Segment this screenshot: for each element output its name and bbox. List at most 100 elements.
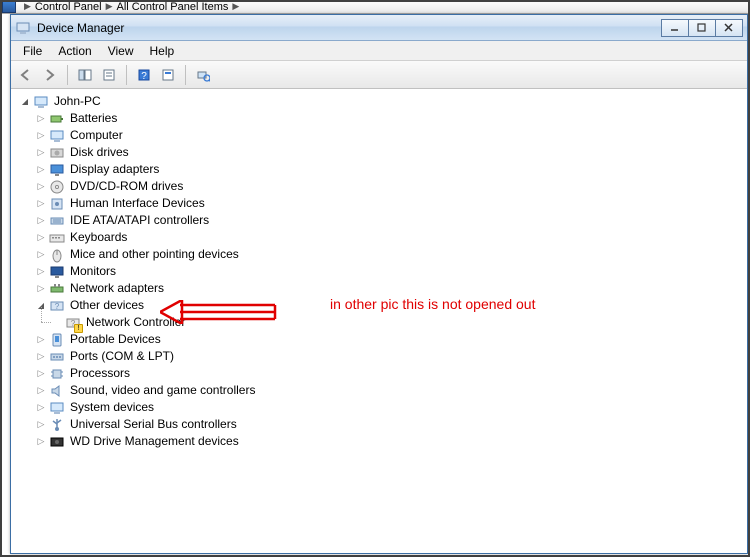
device-tree[interactable]: John-PCBatteriesComputerDisk drivesDispl… [11, 89, 747, 553]
expander-icon[interactable] [35, 436, 47, 448]
control-panel-icon [2, 1, 16, 13]
tree-item-label: Other devices [68, 297, 146, 314]
tree-item-label: Mice and other pointing devices [68, 246, 241, 263]
expander-icon[interactable] [35, 368, 47, 380]
tree-item-label: Computer [68, 127, 125, 144]
expander-icon[interactable] [35, 283, 47, 295]
breadcrumb-item[interactable]: Control Panel [35, 1, 102, 13]
expander-icon[interactable] [35, 181, 47, 193]
tree-item[interactable]: Processors [13, 365, 745, 382]
help-button[interactable]: ? [133, 64, 155, 86]
tree-item-label: Monitors [68, 263, 118, 280]
tree-item-label: Display adapters [68, 161, 161, 178]
menubar: File Action View Help [11, 41, 747, 61]
annotation-text: in other pic this is not opened out [330, 296, 535, 312]
titlebar[interactable]: Device Manager [11, 15, 747, 41]
other-icon: ? [49, 298, 65, 314]
toolbar-separator [185, 65, 186, 85]
expander-icon[interactable] [35, 402, 47, 414]
expander-icon[interactable] [35, 351, 47, 363]
usb-icon [49, 417, 65, 433]
tree-item-label: Network adapters [68, 280, 166, 297]
tree-item[interactable]: ?!Network Controller [13, 314, 745, 331]
dvd-icon [49, 179, 65, 195]
tree-item[interactable]: Computer [13, 127, 745, 144]
tree-item[interactable]: Network adapters [13, 280, 745, 297]
breadcrumb-item[interactable]: All Control Panel Items [117, 1, 229, 13]
show-hide-tree-button[interactable] [74, 64, 96, 86]
tree-item[interactable]: Portable Devices [13, 331, 745, 348]
tree-item[interactable]: DVD/CD-ROM drives [13, 178, 745, 195]
breadcrumb: ▶ Control Panel ▶ All Control Panel Item… [0, 0, 750, 14]
wd-icon [49, 434, 65, 450]
warning-badge-icon: ! [74, 324, 83, 333]
disk-icon [49, 145, 65, 161]
svg-text:?: ? [141, 71, 147, 82]
tree-item[interactable]: WD Drive Management devices [13, 433, 745, 450]
expander-icon[interactable] [35, 215, 47, 227]
tree-item[interactable]: IDE ATA/ATAPI controllers [13, 212, 745, 229]
tree-item[interactable]: Mice and other pointing devices [13, 246, 745, 263]
chevron-right-icon: ▶ [232, 1, 239, 12]
tree-item[interactable]: Keyboards [13, 229, 745, 246]
tree-item-label: Sound, video and game controllers [68, 382, 257, 399]
menu-action[interactable]: Action [50, 42, 99, 60]
chevron-right-icon: ▶ [106, 1, 113, 12]
network-icon [49, 281, 65, 297]
computer-icon [33, 94, 49, 110]
toolbar-separator [126, 65, 127, 85]
scan-hardware-button[interactable] [192, 64, 214, 86]
action-button[interactable] [157, 64, 179, 86]
expander-icon[interactable] [35, 334, 47, 346]
tree-item-label: Universal Serial Bus controllers [68, 416, 239, 433]
tree-item[interactable]: John-PC [13, 93, 745, 110]
ide-icon [49, 213, 65, 229]
back-button[interactable] [15, 64, 37, 86]
expander-icon[interactable] [35, 266, 47, 278]
tree-item-label: Batteries [68, 110, 119, 127]
cpu-icon [49, 366, 65, 382]
tree-item-label: Portable Devices [68, 331, 163, 348]
menu-help[interactable]: Help [142, 42, 183, 60]
toolbar: ? [11, 61, 747, 89]
tree-item-label: Ports (COM & LPT) [68, 348, 176, 365]
tree-item[interactable]: Display adapters [13, 161, 745, 178]
expander-icon[interactable] [35, 249, 47, 261]
expander-icon[interactable] [51, 317, 63, 329]
device-manager-window: Device Manager File Action View Help ? J… [10, 14, 748, 554]
forward-button[interactable] [39, 64, 61, 86]
battery-icon [49, 111, 65, 127]
menu-file[interactable]: File [15, 42, 50, 60]
tree-item-label: Network Controller [84, 314, 187, 331]
tree-item[interactable]: Human Interface Devices [13, 195, 745, 212]
svg-text:?: ? [55, 302, 60, 311]
unknown-device-icon: ?! [65, 315, 81, 331]
expander-icon[interactable] [35, 232, 47, 244]
expander-icon[interactable] [35, 113, 47, 125]
tree-item[interactable]: Ports (COM & LPT) [13, 348, 745, 365]
tree-item[interactable]: Sound, video and game controllers [13, 382, 745, 399]
tree-item-label: WD Drive Management devices [68, 433, 241, 450]
chevron-right-icon: ▶ [24, 1, 31, 12]
expander-icon[interactable] [35, 385, 47, 397]
expander-icon[interactable] [35, 164, 47, 176]
hid-icon [49, 196, 65, 212]
maximize-button[interactable] [688, 19, 716, 37]
tree-item[interactable]: Monitors [13, 263, 745, 280]
tree-item-label: System devices [68, 399, 156, 416]
expander-icon[interactable] [35, 147, 47, 159]
expander-icon[interactable] [19, 96, 31, 108]
properties-button[interactable] [98, 64, 120, 86]
expander-icon[interactable] [35, 130, 47, 142]
tree-item[interactable]: Disk drives [13, 144, 745, 161]
tree-item[interactable]: System devices [13, 399, 745, 416]
tree-item-label: Disk drives [68, 144, 131, 161]
minimize-button[interactable] [661, 19, 689, 37]
expander-icon[interactable] [35, 419, 47, 431]
close-button[interactable] [715, 19, 743, 37]
expander-icon[interactable] [35, 198, 47, 210]
tree-item[interactable]: Batteries [13, 110, 745, 127]
tree-item[interactable]: Universal Serial Bus controllers [13, 416, 745, 433]
menu-view[interactable]: View [100, 42, 142, 60]
tree-item-label: Human Interface Devices [68, 195, 207, 212]
